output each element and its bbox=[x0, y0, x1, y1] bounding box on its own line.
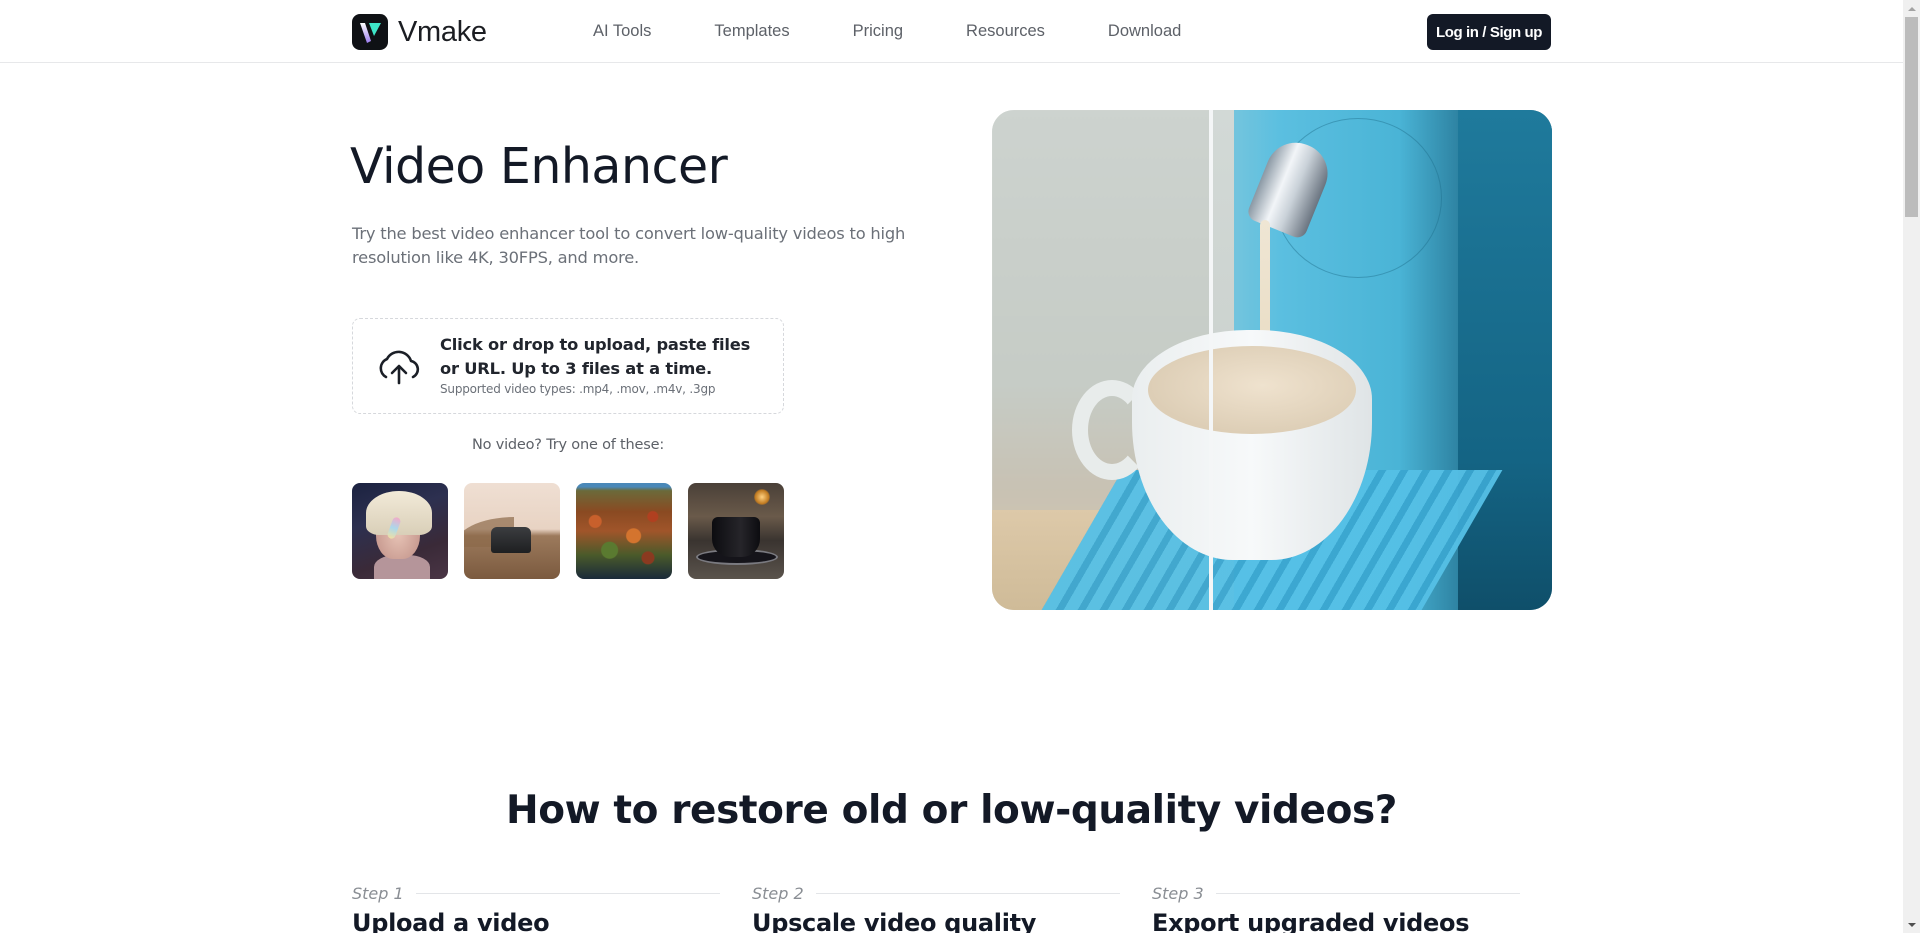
brand-name: Vmake bbox=[398, 15, 487, 48]
nav-item-templates[interactable]: Templates bbox=[714, 22, 789, 41]
sample-video-desert-car[interactable] bbox=[464, 483, 560, 579]
step-title: Upload a video bbox=[352, 909, 550, 933]
vmake-logo-icon bbox=[352, 14, 388, 50]
step-number: Step 1 bbox=[352, 884, 404, 903]
brand-logo[interactable]: Vmake bbox=[352, 14, 487, 50]
scroll-up-button[interactable] bbox=[1903, 0, 1920, 17]
main-nav: AI Tools Templates Pricing Resources Dow… bbox=[593, 0, 1244, 63]
step-title: Upscale video quality bbox=[752, 909, 1037, 933]
step-divider bbox=[1215, 893, 1520, 894]
before-after-preview[interactable] bbox=[992, 110, 1552, 610]
sample-videos-label: No video? Try one of these: bbox=[471, 437, 665, 453]
arrow-up-icon bbox=[1907, 6, 1916, 11]
scrollbar-thumb[interactable] bbox=[1905, 17, 1918, 217]
step-item: Step 1 Upload a video bbox=[352, 884, 720, 933]
nav-item-download[interactable]: Download bbox=[1108, 22, 1181, 41]
step-item: Step 2 Upscale video quality bbox=[752, 884, 1120, 933]
nav-item-resources[interactable]: Resources bbox=[966, 22, 1045, 41]
upload-instructions: Click or drop to upload, paste files or … bbox=[440, 335, 751, 378]
login-signup-button[interactable]: Log in / Sign up bbox=[1427, 14, 1551, 50]
nav-item-pricing[interactable]: Pricing bbox=[853, 22, 903, 41]
compare-slider-handle[interactable] bbox=[1209, 110, 1213, 610]
sample-videos bbox=[352, 483, 784, 579]
howto-title: How to restore old or low-quality videos… bbox=[505, 788, 1398, 833]
step-title: Export upgraded videos bbox=[1152, 909, 1470, 933]
sample-video-portrait[interactable] bbox=[352, 483, 448, 579]
arrow-down-icon bbox=[1907, 922, 1916, 927]
step-divider bbox=[415, 893, 720, 894]
supported-types: Supported video types: .mp4, .mov, .m4v,… bbox=[440, 382, 716, 396]
page-title: Video Enhancer bbox=[350, 138, 728, 195]
nav-item-ai-tools[interactable]: AI Tools bbox=[593, 22, 651, 41]
step-divider bbox=[815, 893, 1120, 894]
sample-video-autumn-forest[interactable] bbox=[576, 483, 672, 579]
cloud-upload-icon bbox=[379, 350, 420, 385]
upload-dropzone[interactable]: Click or drop to upload, paste files or … bbox=[352, 318, 784, 414]
coffee-cup bbox=[1072, 310, 1392, 560]
sample-video-coffee-cup[interactable] bbox=[688, 483, 784, 579]
step-number: Step 2 bbox=[752, 884, 804, 903]
step-number: Step 3 bbox=[1152, 884, 1204, 903]
scroll-down-button[interactable] bbox=[1903, 916, 1920, 933]
step-item: Step 3 Export upgraded videos bbox=[1152, 884, 1520, 933]
page-scrollbar[interactable] bbox=[1903, 0, 1920, 933]
site-header: Vmake AI Tools Templates Pricing Resourc… bbox=[0, 0, 1903, 63]
howto-steps: Step 1 Upload a video Step 2 Upscale vid… bbox=[352, 884, 1552, 933]
hero-description: Try the best video enhancer tool to conv… bbox=[352, 224, 906, 267]
